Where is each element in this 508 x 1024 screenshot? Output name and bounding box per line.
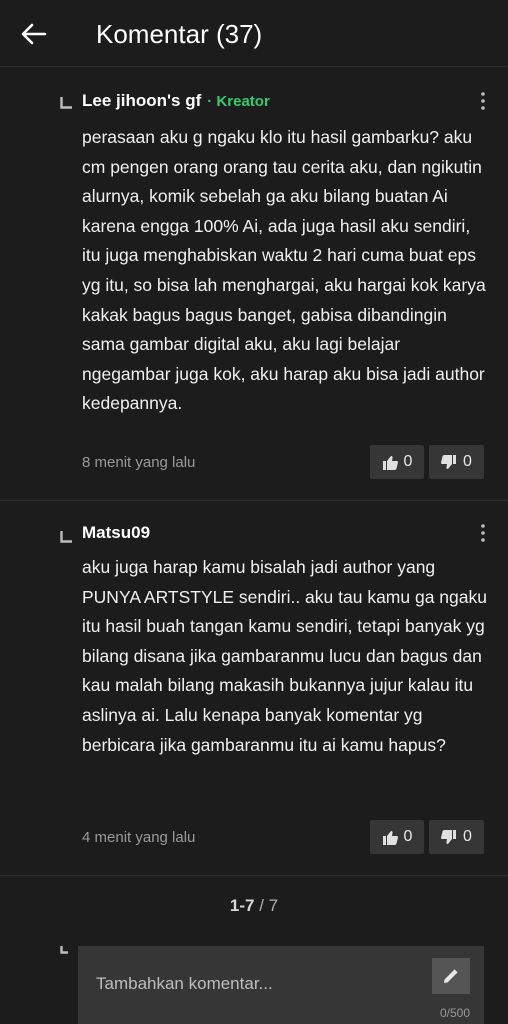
pencil-icon xyxy=(444,969,458,983)
creator-badge: · Kreator xyxy=(207,93,270,110)
thumbs-up-icon xyxy=(382,830,398,845)
comment-item: Matsu09 aku juga harap kamu bisalah jadi… xyxy=(0,501,508,876)
like-button[interactable]: 0 xyxy=(370,820,424,854)
like-count: 0 xyxy=(403,828,413,845)
pagination-total[interactable]: 7 xyxy=(269,896,278,915)
dislike-count: 0 xyxy=(463,828,472,845)
dislike-count: 0 xyxy=(463,453,472,470)
like-count: 0 xyxy=(403,453,413,470)
back-button[interactable] xyxy=(14,14,54,54)
comment-author[interactable]: Matsu09 xyxy=(82,523,150,543)
more-options-icon[interactable] xyxy=(478,91,488,111)
dislike-button[interactable]: 0 xyxy=(429,445,484,479)
thumbs-up-icon xyxy=(382,455,398,470)
thumbs-down-icon xyxy=(441,454,457,469)
author-row: Lee jihoon's gf · Kreator xyxy=(82,91,270,111)
more-options-icon[interactable] xyxy=(478,523,488,543)
page-title: Komentar (37) xyxy=(96,19,263,49)
author-row: Matsu09 xyxy=(82,523,150,543)
dislike-button[interactable]: 0 xyxy=(429,820,484,854)
comment-input-placeholder: Tambahkan komentar... xyxy=(96,974,273,993)
comment-timestamp: 8 menit yang lalu xyxy=(82,454,196,471)
reply-indent-icon xyxy=(60,531,72,543)
thumbs-down-icon xyxy=(441,829,457,844)
pagination-current[interactable]: 1-7 xyxy=(230,896,255,915)
comment-author[interactable]: Lee jihoon's gf xyxy=(82,91,201,111)
comment-timestamp: 4 menit yang lalu xyxy=(82,829,196,846)
comment-input[interactable]: Tambahkan komentar... 0/500 xyxy=(78,946,484,1024)
pagination-separator: / xyxy=(254,896,269,915)
pagination: 1-7 / 7 xyxy=(0,896,508,916)
reply-indent-icon xyxy=(60,946,68,954)
like-button[interactable]: 0 xyxy=(370,445,424,479)
top-bar: Komentar (37) xyxy=(0,0,508,67)
comment-text: aku juga harap kamu bisalah jadi author … xyxy=(82,557,487,755)
reply-indent-icon xyxy=(60,97,72,109)
comment-item: Lee jihoon's gf · Kreator perasaan aku g… xyxy=(0,67,508,501)
comment-text: perasaan aku g ngaku klo itu hasil gamba… xyxy=(82,127,486,414)
arrow-left-icon xyxy=(21,23,47,45)
character-counter: 0/500 xyxy=(439,1006,470,1020)
compose-button[interactable] xyxy=(432,958,470,994)
